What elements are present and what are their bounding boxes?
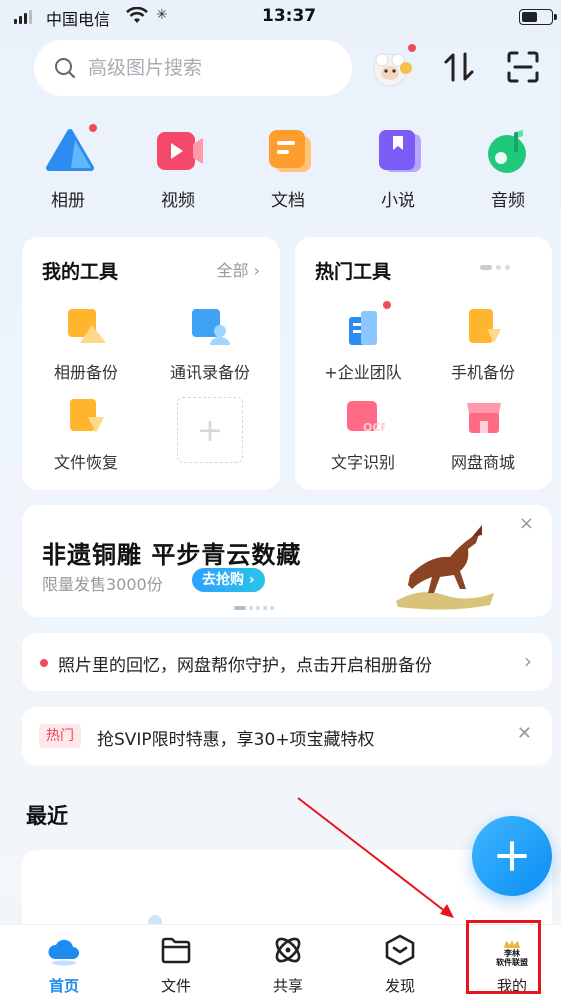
tab-label: 文件 (160, 977, 191, 995)
clock: 13:37 (262, 6, 317, 26)
tab-home[interactable]: 首页 (24, 933, 104, 996)
plus-icon: + (177, 397, 243, 463)
category-label: 相册 (51, 191, 85, 211)
tool-store[interactable]: 网盘商城 (423, 397, 543, 473)
audio-icon (485, 128, 531, 174)
svg-text:OCR: OCR (363, 421, 385, 434)
tool-label: 相册备份 (53, 363, 118, 382)
folder-icon (159, 933, 193, 967)
buy-now-button[interactable]: 去抢购 › (192, 568, 265, 592)
carrier-name: 中国电信 (46, 10, 111, 29)
svip-promo-notice[interactable]: 热门 抢SVIP限时特惠，享30+项宝藏特权 ✕ (22, 707, 552, 765)
category-label: 小说 (381, 191, 415, 211)
category-video[interactable]: 视频 (138, 128, 218, 211)
tool-phone-backup[interactable]: 手机备份 (423, 307, 543, 383)
album-icon (45, 124, 97, 174)
tool-label: 文件恢复 (53, 453, 118, 472)
discover-icon (383, 933, 417, 967)
my-tools-all-link[interactable]: 全部 › (216, 257, 260, 281)
search-icon (55, 58, 76, 79)
buy-now-label: 去抢购 (202, 572, 244, 588)
banner-subtitle: 限量发售3000份 (42, 575, 163, 594)
tool-contacts-backup[interactable]: 通讯录备份 (150, 307, 270, 383)
hot-tools-title: 热门工具 (315, 261, 392, 283)
tool-label: 手机备份 (450, 363, 515, 382)
novel-icon (375, 128, 421, 174)
status-bar: 中国电信 ✳ 13:37 (0, 0, 561, 34)
video-icon (155, 128, 203, 174)
promo-banner[interactable]: 非遗铜雕 平步青云数藏 限量发售3000份 去抢购 › × (22, 505, 552, 617)
notice-text: 照片里的回忆，网盘帮你守护，点击开启相册备份 (58, 656, 432, 676)
enterprise-team-icon (343, 301, 391, 347)
page-indicator (480, 265, 510, 270)
scan-icon[interactable] (506, 50, 540, 84)
add-tool-button[interactable]: + (150, 397, 270, 463)
category-label: 视频 (161, 191, 195, 211)
hot-tools-card: 热门工具 +企业团队 手机备份 OCR 文字识别 网盘商城 (295, 237, 552, 490)
tab-files[interactable]: 文件 (136, 933, 216, 996)
category-label: 文档 (271, 191, 305, 211)
search-bar[interactable] (34, 40, 352, 96)
tab-label: 共享 (272, 977, 303, 995)
tool-label: 通讯录备份 (169, 363, 250, 382)
close-icon[interactable]: ✕ (517, 723, 532, 744)
notice-text: 抢SVIP限时特惠，享30+项宝藏特权 (97, 730, 375, 750)
annotation-highlight-box (466, 920, 541, 994)
category-album[interactable]: 相册 (28, 124, 108, 211)
add-fab-button[interactable] (472, 816, 552, 896)
my-tools-card: 我的工具 全部 › 相册备份 通讯录备份 文件恢复 + (22, 237, 280, 490)
document-icon (265, 128, 311, 174)
bronze-horse-image (396, 525, 494, 610)
transfer-icon[interactable] (442, 50, 476, 84)
banner-title: 非遗铜雕 平步青云数藏 (42, 541, 302, 569)
category-label: 音频 (491, 191, 525, 211)
album-backup-icon (66, 307, 106, 347)
chevron-right-icon: › (248, 572, 255, 588)
tool-file-recovery[interactable]: 文件恢复 (26, 397, 146, 473)
tab-share[interactable]: 共享 (248, 933, 328, 996)
chevron-right-icon: › (253, 261, 260, 280)
notification-dot (383, 301, 391, 309)
ocr-icon: OCR (343, 397, 389, 437)
tool-enterprise-team[interactable]: +企业团队 (303, 301, 423, 383)
contacts-backup-icon (190, 307, 230, 347)
plus-icon (497, 841, 527, 871)
tool-label: 网盘商城 (450, 453, 515, 472)
banner-page-indicator (234, 606, 274, 610)
wifi-icon (126, 7, 148, 23)
file-recovery-icon (66, 397, 106, 437)
all-label: 全部 (216, 261, 249, 280)
notification-dot (89, 124, 97, 132)
recent-section-title: 最近 (26, 804, 68, 828)
notification-dot (40, 659, 48, 667)
home-cloud-icon (47, 933, 81, 967)
membership-avatar-icon[interactable] (370, 44, 416, 90)
tool-album-backup[interactable]: 相册备份 (26, 307, 146, 383)
notification-dot (408, 44, 416, 52)
hot-badge: 热门 (39, 724, 81, 748)
category-audio[interactable]: 音频 (468, 128, 548, 211)
battery-icon (519, 9, 557, 25)
banner-close-icon[interactable]: × (519, 513, 534, 534)
category-novel[interactable]: 小说 (358, 128, 438, 211)
tool-label: 文字识别 (330, 453, 395, 472)
tab-label: 发现 (384, 977, 415, 995)
activity-spinner-icon: ✳ (156, 7, 168, 23)
store-icon (463, 397, 503, 437)
phone-backup-icon (463, 307, 503, 347)
tool-label: +企业团队 (324, 363, 402, 382)
album-backup-notice[interactable]: 照片里的回忆，网盘帮你守护，点击开启相册备份 › (22, 633, 552, 691)
search-input[interactable] (88, 57, 318, 79)
tool-ocr[interactable]: OCR 文字识别 (303, 397, 423, 473)
category-document[interactable]: 文档 (248, 128, 328, 211)
category-row: 相册 视频 文档 小说 音频 (0, 124, 561, 211)
share-atom-icon (271, 933, 305, 967)
signal-icon (14, 10, 32, 24)
my-tools-title: 我的工具 (42, 261, 119, 283)
chevron-right-icon: › (524, 649, 532, 673)
tab-discover[interactable]: 发现 (360, 933, 440, 996)
tab-label: 首页 (48, 977, 79, 995)
